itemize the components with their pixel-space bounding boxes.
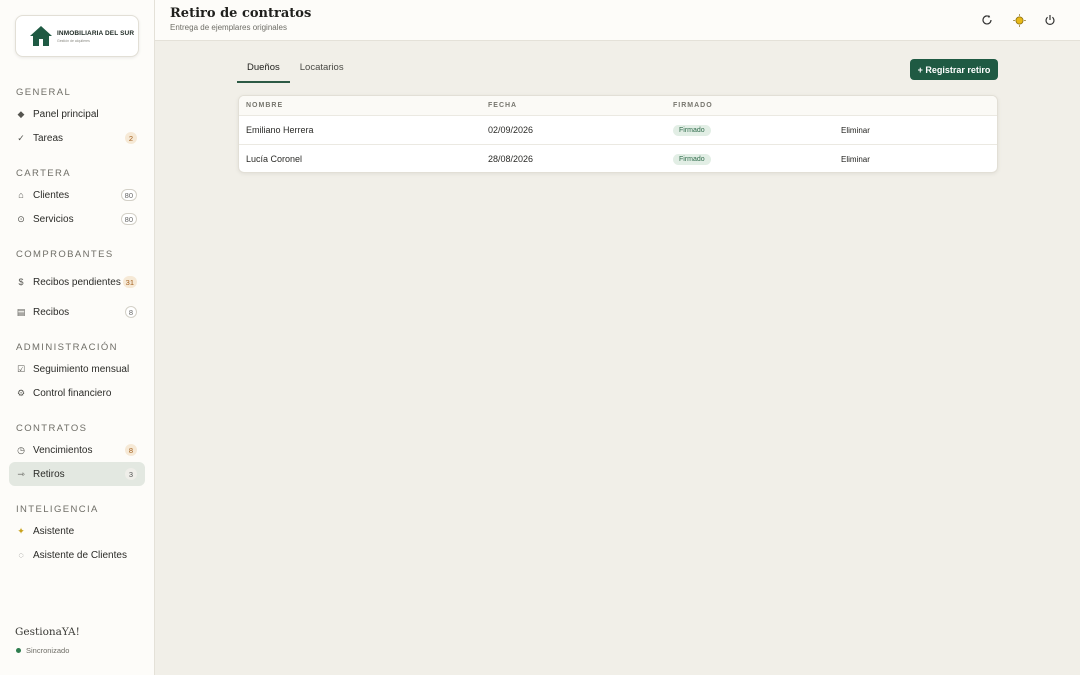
- sync-label: Sincronizado: [26, 646, 70, 655]
- column-header-nombre: NOMBRE: [246, 102, 284, 109]
- count-badge: 3: [125, 468, 137, 480]
- count-badge: 31: [122, 276, 137, 288]
- tab-bar: Dueños Locatarios: [237, 58, 354, 83]
- status-badge: Firmado: [673, 154, 711, 165]
- sidebar-item-label: Retiros: [33, 468, 65, 480]
- section-administracion: ADMINISTRACIÓN: [16, 342, 118, 353]
- checkbox-icon: ☑: [16, 363, 26, 374]
- diamond-icon: ◆: [17, 108, 25, 119]
- sidebar-item-asistente-clientes[interactable]: ◌ Asistente de Clientes: [9, 543, 145, 567]
- sidebar-item-label: Panel principal: [33, 108, 99, 120]
- check-icon: ✓: [17, 132, 25, 143]
- sidebar-item-label: Clientes: [33, 189, 70, 201]
- sync-status: Sincronizado: [16, 646, 69, 655]
- sidebar: INMOBILIARIA DEL SUR Gestión de alquiler…: [0, 0, 155, 675]
- delete-button[interactable]: Eliminar: [841, 155, 870, 164]
- section-contratos: CONTRATOS: [16, 423, 88, 434]
- service-icon: ⊙: [17, 213, 25, 224]
- receipt-icon: ▤: [16, 306, 26, 317]
- cell-date: 02/09/2026: [488, 125, 534, 135]
- sidebar-item-asistente[interactable]: ✦ Asistente: [9, 519, 145, 543]
- count-badge: 2: [125, 132, 137, 144]
- sidebar-item-label: Recibos: [33, 306, 70, 318]
- sidebar-item-seguimiento[interactable]: ☑ Seguimiento mensual: [9, 357, 145, 381]
- sidebar-item-panel[interactable]: ◆ Panel principal: [9, 102, 145, 126]
- delete-button[interactable]: Eliminar: [841, 126, 870, 135]
- arrow-icon: ⇾: [17, 468, 25, 479]
- sidebar-item-recibos-pendientes[interactable]: $ Recibos pendientes 31: [9, 268, 145, 296]
- app-brand: GestionaYA!: [15, 626, 80, 638]
- top-header: Retiro de contratos Entrega de ejemplare…: [155, 0, 1080, 41]
- company-logo[interactable]: INMOBILIARIA DEL SUR Gestión de alquiler…: [15, 15, 139, 57]
- count-badge: 8: [124, 306, 137, 318]
- count-badge: 80: [120, 213, 137, 225]
- tab-locatarios[interactable]: Locatarios: [290, 58, 354, 83]
- withdrawals-table: NOMBRE FECHA FIRMADO Emiliano Herrera 02…: [238, 95, 998, 173]
- sidebar-item-label: Control financiero: [33, 387, 112, 399]
- table-header: NOMBRE FECHA FIRMADO: [239, 96, 997, 116]
- company-name: INMOBILIARIA DEL SUR: [57, 29, 135, 37]
- section-cartera: CARTERA: [16, 168, 72, 179]
- home-icon: ⌂: [18, 190, 24, 200]
- theme-toggle-button[interactable]: [1011, 12, 1027, 28]
- sidebar-item-control[interactable]: ⚙ Control financiero: [9, 381, 145, 405]
- sidebar-item-label: Seguimiento mensual: [33, 363, 130, 375]
- logout-button[interactable]: [1042, 12, 1058, 28]
- sidebar-item-label: Asistente de Clientes: [33, 549, 127, 561]
- cell-date: 28/08/2026: [488, 154, 534, 164]
- sidebar-item-label: Servicios: [33, 213, 74, 225]
- page-subtitle: Entrega de ejemplares originales: [170, 23, 287, 32]
- section-inteligencia: INTELIGENCIA: [16, 504, 99, 515]
- company-tagline: Gestión de alquileres: [57, 38, 90, 43]
- gear-icon: ⚙: [16, 387, 26, 398]
- section-general: GENERAL: [16, 87, 72, 98]
- clock-icon: ◷: [17, 444, 25, 455]
- sidebar-item-label: Asistente: [33, 525, 75, 537]
- sidebar-item-label: Tareas: [33, 132, 64, 144]
- sparkle-icon: ✦: [17, 525, 25, 536]
- sidebar-item-tareas[interactable]: ✓ Tareas 2: [9, 126, 145, 150]
- column-header-fecha: FECHA: [488, 102, 518, 109]
- table-row[interactable]: Lucía Coronel 28/08/2026 Firmado Elimina…: [239, 145, 997, 172]
- cell-name: Emiliano Herrera: [246, 125, 314, 135]
- sidebar-item-label: Recibos pendientes: [33, 276, 121, 288]
- register-withdrawal-button[interactable]: + Registrar retiro: [910, 59, 998, 80]
- refresh-button[interactable]: [979, 12, 995, 28]
- sidebar-item-retiros[interactable]: ⇾ Retiros 3: [9, 462, 145, 486]
- sidebar-item-vencimientos[interactable]: ◷ Vencimientos 8: [9, 438, 145, 462]
- table-row[interactable]: Emiliano Herrera 02/09/2026 Firmado Elim…: [239, 116, 997, 145]
- column-header-firmado: FIRMADO: [673, 102, 713, 109]
- page-title: Retiro de contratos: [170, 6, 312, 21]
- dollar-icon: $: [18, 277, 24, 287]
- cell-name: Lucía Coronel: [246, 154, 303, 164]
- power-icon: [1045, 15, 1055, 25]
- count-badge: 8: [125, 444, 137, 456]
- sidebar-item-label: Vencimientos: [33, 444, 93, 456]
- house-logo-icon: [30, 26, 52, 46]
- count-badge: 80: [120, 189, 137, 201]
- status-badge: Firmado: [673, 125, 711, 136]
- refresh-icon: [982, 15, 992, 25]
- tab-duenos[interactable]: Dueños: [237, 58, 290, 83]
- chat-icon: ◌: [18, 550, 24, 560]
- section-comprobantes: COMPROBANTES: [16, 249, 114, 260]
- status-dot-icon: [16, 648, 21, 653]
- sidebar-item-servicios[interactable]: ⊙ Servicios 80: [9, 207, 145, 231]
- sidebar-item-clientes[interactable]: ⌂ Clientes 80: [9, 183, 145, 207]
- sidebar-item-recibos[interactable]: ▤ Recibos 8: [9, 300, 145, 324]
- sun-icon: [1012, 13, 1026, 27]
